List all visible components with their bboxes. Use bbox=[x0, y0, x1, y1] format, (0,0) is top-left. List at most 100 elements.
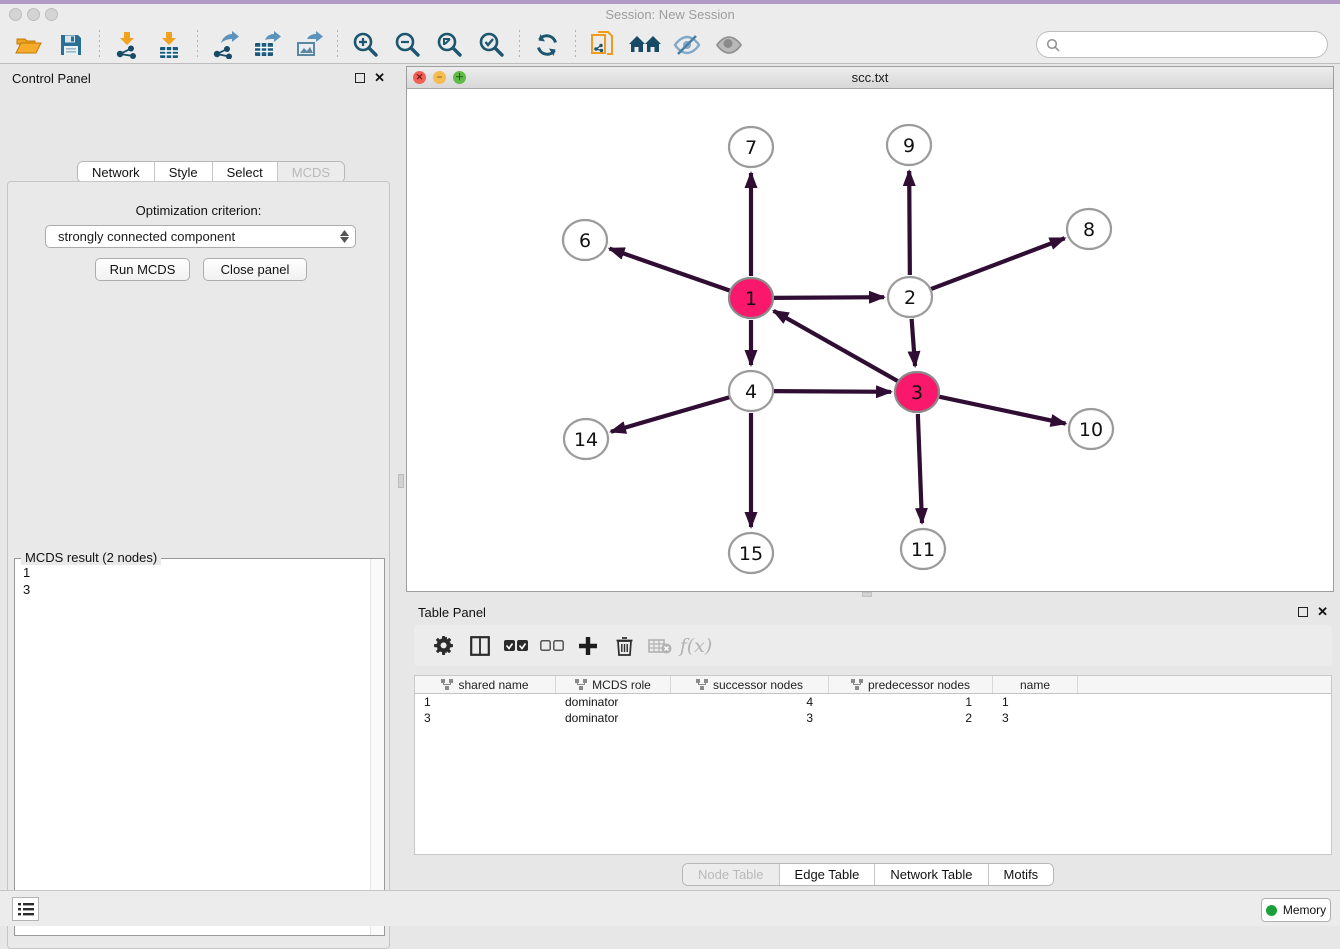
tab-edge-table[interactable]: Edge Table bbox=[780, 864, 876, 885]
result-scrollbar[interactable] bbox=[370, 559, 384, 935]
node-label: 2 bbox=[904, 287, 916, 309]
export-network-icon bbox=[211, 31, 239, 59]
open-session-button[interactable] bbox=[12, 29, 46, 61]
column-header-shared-name[interactable]: shared name bbox=[415, 676, 556, 693]
float-panel-icon[interactable] bbox=[1298, 607, 1308, 617]
zoom-window-button[interactable] bbox=[45, 8, 58, 21]
splitter-handle[interactable] bbox=[398, 474, 404, 488]
save-floppy-icon bbox=[59, 33, 83, 57]
splitter-handle[interactable] bbox=[862, 592, 872, 597]
tab-mcds[interactable]: MCDS bbox=[278, 162, 344, 182]
main-toolbar bbox=[0, 26, 1340, 64]
edge-2-8[interactable] bbox=[931, 238, 1065, 289]
memory-button[interactable]: Memory bbox=[1261, 898, 1331, 922]
close-panel-button[interactable]: Close panel bbox=[203, 258, 307, 281]
float-panel-icon[interactable] bbox=[355, 73, 365, 83]
cell-mcds-role[interactable]: dominator bbox=[556, 710, 671, 726]
show-all-button[interactable] bbox=[712, 29, 746, 61]
edge-2-9[interactable] bbox=[909, 171, 910, 275]
cell-name[interactable]: 3 bbox=[993, 710, 1078, 726]
cell-successor-nodes[interactable]: 4 bbox=[671, 694, 829, 710]
maximize-network-button[interactable]: ＋ bbox=[453, 71, 466, 84]
export-network-button[interactable] bbox=[208, 29, 242, 61]
import-table-button[interactable] bbox=[152, 29, 186, 61]
export-image-button[interactable] bbox=[292, 29, 326, 61]
edge-4-3[interactable] bbox=[773, 391, 891, 392]
cell-predecessor-nodes[interactable]: 1 bbox=[829, 694, 993, 710]
column-header-name[interactable]: name bbox=[993, 676, 1078, 693]
edge-3-11[interactable] bbox=[918, 414, 922, 523]
cell-name[interactable]: 1 bbox=[993, 694, 1078, 710]
cell-shared-name[interactable]: 3 bbox=[415, 710, 556, 726]
table-row[interactable]: 1 dominator 4 1 1 bbox=[415, 694, 1331, 710]
run-mcds-button[interactable]: Run MCDS bbox=[95, 258, 190, 281]
zoom-out-button[interactable] bbox=[390, 29, 424, 61]
delete-column-button[interactable] bbox=[606, 631, 642, 661]
minimize-network-button[interactable]: − bbox=[433, 71, 446, 84]
tab-select[interactable]: Select bbox=[213, 162, 278, 182]
close-window-button[interactable] bbox=[9, 8, 22, 21]
vertical-splitter[interactable] bbox=[397, 64, 406, 888]
task-history-button[interactable] bbox=[12, 897, 39, 921]
close-panel-icon[interactable]: ✕ bbox=[374, 73, 385, 83]
column-header-successor-nodes[interactable]: successor nodes bbox=[671, 676, 829, 693]
search-input[interactable] bbox=[1065, 37, 1327, 52]
zoom-selected-button[interactable] bbox=[474, 29, 508, 61]
toolbar-separator bbox=[336, 30, 338, 60]
cell-successor-nodes[interactable]: 3 bbox=[671, 710, 829, 726]
node-label: 7 bbox=[745, 137, 757, 159]
zoom-in-button[interactable] bbox=[348, 29, 382, 61]
column-label: predecessor nodes bbox=[868, 678, 970, 692]
mcds-result-text[interactable]: 1 3 bbox=[15, 562, 370, 935]
delete-table-button[interactable] bbox=[642, 631, 678, 661]
close-panel-icon[interactable]: ✕ bbox=[1317, 607, 1328, 617]
zoom-fit-button[interactable] bbox=[432, 29, 466, 61]
optimization-criterion-dropdown[interactable]: strongly connected component bbox=[45, 225, 356, 248]
tab-network-table[interactable]: Network Table bbox=[875, 864, 988, 885]
hide-selected-button[interactable] bbox=[670, 29, 704, 61]
show-column-panel-button[interactable] bbox=[462, 631, 498, 661]
close-network-button[interactable]: ✕ bbox=[413, 71, 426, 84]
add-column-button[interactable] bbox=[570, 631, 606, 661]
search-field[interactable] bbox=[1036, 31, 1328, 58]
edge-1-2[interactable] bbox=[773, 297, 884, 298]
function-builder-button[interactable]: f(x) bbox=[678, 631, 714, 661]
trash-icon bbox=[616, 636, 633, 656]
deselect-all-columns-button[interactable] bbox=[534, 631, 570, 661]
export-table-icon bbox=[253, 31, 281, 59]
tab-motifs[interactable]: Motifs bbox=[989, 864, 1054, 885]
cell-shared-name[interactable]: 1 bbox=[415, 694, 556, 710]
table-settings-button[interactable] bbox=[426, 631, 462, 661]
tab-style[interactable]: Style bbox=[155, 162, 213, 182]
mcds-tab-content: Optimization criterion: strongly connect… bbox=[7, 181, 390, 949]
select-all-columns-button[interactable] bbox=[498, 631, 534, 661]
cell-predecessor-nodes[interactable]: 2 bbox=[829, 710, 993, 726]
edge-4-14[interactable] bbox=[611, 397, 730, 432]
network-file-icon bbox=[589, 30, 617, 60]
node-table: shared name MCDS role successor nodes pr… bbox=[414, 675, 1332, 855]
edge-1-6[interactable] bbox=[610, 249, 731, 291]
search-icon bbox=[1046, 38, 1060, 52]
save-session-button[interactable] bbox=[54, 29, 88, 61]
export-table-button[interactable] bbox=[250, 29, 284, 61]
eye-slash-icon bbox=[672, 33, 702, 57]
edge-2-3[interactable] bbox=[912, 319, 915, 366]
home-button[interactable] bbox=[628, 29, 662, 61]
import-network-button[interactable] bbox=[110, 29, 144, 61]
manage-networks-button[interactable] bbox=[586, 29, 620, 61]
column-header-mcds-role[interactable]: MCDS role bbox=[556, 676, 671, 693]
toolbar-separator bbox=[98, 30, 100, 60]
network-canvas[interactable]: 7968124314101511 bbox=[407, 89, 1333, 591]
column-header-predecessor-nodes[interactable]: predecessor nodes bbox=[829, 676, 993, 693]
network-window-title: scc.txt bbox=[407, 67, 1333, 88]
network-window-titlebar[interactable]: ✕ − ＋ scc.txt bbox=[407, 67, 1333, 89]
tab-node-table[interactable]: Node Table bbox=[683, 864, 780, 885]
table-row[interactable]: 3 dominator 3 2 3 bbox=[415, 710, 1331, 726]
refresh-view-button[interactable] bbox=[530, 29, 564, 61]
cell-mcds-role[interactable]: dominator bbox=[556, 694, 671, 710]
minimize-window-button[interactable] bbox=[27, 8, 40, 21]
tab-network[interactable]: Network bbox=[78, 162, 155, 182]
edge-3-10[interactable] bbox=[939, 397, 1066, 424]
app-title: Session: New Session bbox=[0, 4, 1340, 26]
edge-3-1[interactable] bbox=[774, 311, 898, 381]
